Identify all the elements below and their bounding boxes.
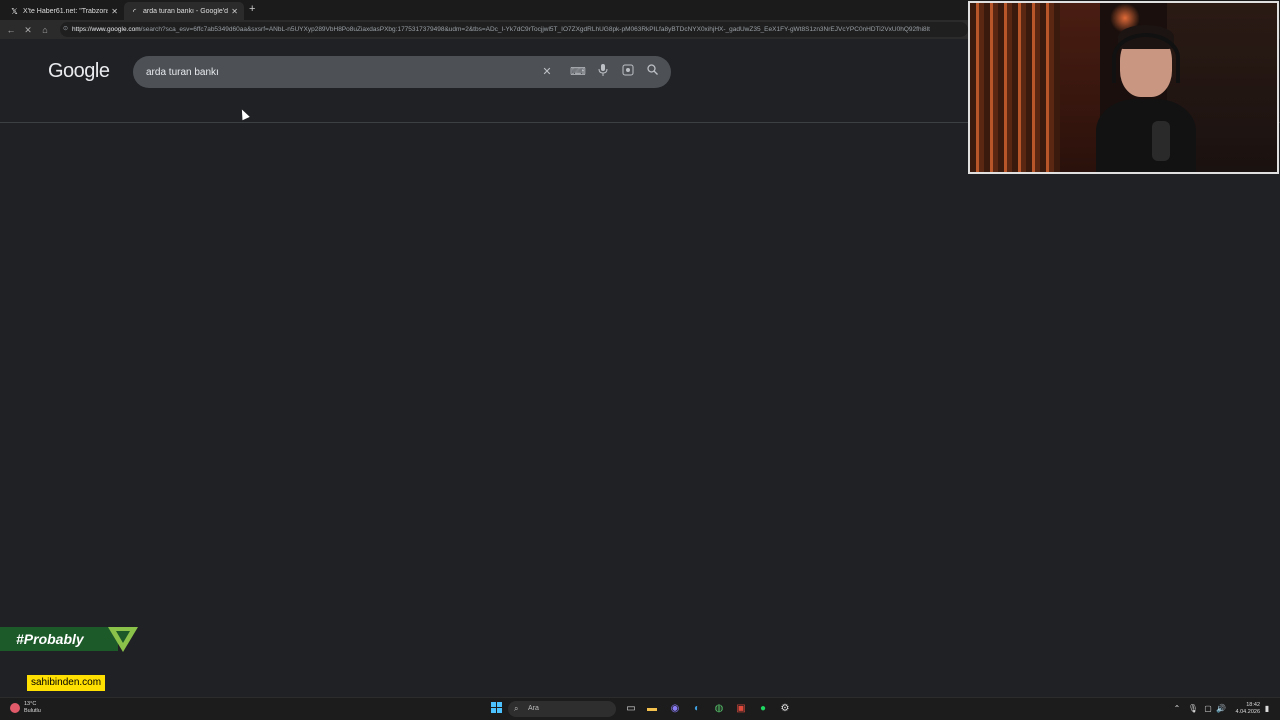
url-field[interactable]: ⊙ https://www.google.com/search?sca_esv=6… <box>60 22 968 37</box>
stop-icon[interactable]: ✕ <box>22 24 34 36</box>
chevron-up-icon[interactable]: ⌃ <box>1170 702 1184 716</box>
taskbar-search-label: Ara <box>528 705 539 712</box>
taskbar-clock[interactable]: 18:42 4.04.2026 <box>1232 702 1260 716</box>
site-info-icon[interactable]: ⊙ <box>63 22 68 37</box>
tab-title: X'te Haber61.net: "Trabzonspor-G <box>23 7 108 15</box>
lens-icon[interactable] <box>620 64 636 80</box>
notification-icon[interactable]: ▮ <box>1260 702 1274 716</box>
network-icon[interactable]: ▢ <box>1201 702 1215 716</box>
promo-tag: #Probably <box>16 631 84 647</box>
whatsapp-icon[interactable]: ◍ <box>712 702 726 716</box>
back-arrow-icon[interactable]: ← <box>5 24 17 36</box>
webcam-background <box>970 3 1060 172</box>
search-input[interactable] <box>146 64 526 80</box>
file-explorer-icon[interactable]: ▬ <box>645 702 659 716</box>
weather-desc: Bulutlu <box>24 708 41 714</box>
promo-logo-icon <box>108 627 138 652</box>
windows-taskbar: 13°C Bulutlu ⌕ Ara ▭ ▬ ◉ ◐ ◍ ▣ ● ⚙ ⌃ 🎙 ▢… <box>0 697 1280 720</box>
url-host: https://www.google.com <box>72 26 141 33</box>
weather-icon <box>10 703 20 713</box>
google-logo[interactable]: Google <box>48 60 110 83</box>
tab-x-haber61[interactable]: 𝕏 X'te Haber61.net: "Trabzonspor-G ✕ <box>4 2 124 20</box>
microphone <box>1152 121 1170 161</box>
keyboard-icon[interactable]: ⌨ <box>570 64 586 80</box>
discord-icon[interactable]: ◉ <box>668 702 682 716</box>
tab-title: arda turan bankı - Google'da Ara <box>143 7 229 15</box>
volume-icon[interactable]: 🔊 <box>1214 702 1228 716</box>
x-logo-icon: 𝕏 <box>11 6 18 16</box>
clock-date: 4.04.2026 <box>1235 709 1260 715</box>
loading-icon: ◜ <box>132 6 137 16</box>
home-icon[interactable]: ⌂ <box>39 24 51 36</box>
task-view-icon[interactable]: ▭ <box>624 702 638 716</box>
clear-icon[interactable]: ✕ <box>539 64 555 80</box>
windows-start-icon[interactable] <box>489 702 503 716</box>
url-path: /search?sca_esv=6ffc7ab5349d60aa&sxsrf=A… <box>140 26 930 33</box>
clock-time: 18:42 <box>1246 702 1260 708</box>
microphone-icon[interactable]: 🎙 <box>1186 702 1200 716</box>
search-icon[interactable] <box>644 64 660 80</box>
promo-banner: #Probably <box>0 625 140 653</box>
close-tab-icon[interactable]: ✕ <box>231 7 238 16</box>
taskbar-search[interactable]: ⌕ Ara <box>508 701 616 717</box>
tab-google-search[interactable]: ◜ arda turan bankı - Google'da Ara ✕ <box>124 2 244 20</box>
close-tab-icon[interactable]: ✕ <box>111 7 118 16</box>
spotify-icon[interactable]: ● <box>756 702 770 716</box>
streamer <box>1090 21 1200 172</box>
sponsor-badge: sahibinden.com <box>27 675 106 691</box>
edge-icon[interactable]: ◐ <box>690 702 704 716</box>
microphone-icon[interactable] <box>595 64 611 80</box>
webcam-overlay <box>968 1 1279 174</box>
settings-icon[interactable]: ⚙ <box>778 702 792 716</box>
search-box[interactable]: ✕ ⌨ <box>133 56 671 88</box>
search-icon: ⌕ <box>514 704 519 713</box>
streamer-body <box>1096 99 1196 172</box>
headset <box>1112 33 1180 83</box>
weather-temp: 13°C <box>24 701 37 707</box>
weather-widget[interactable]: 13°C Bulutlu <box>10 701 41 715</box>
new-tab-button[interactable]: + <box>249 3 255 15</box>
app-icon[interactable]: ▣ <box>734 702 748 716</box>
